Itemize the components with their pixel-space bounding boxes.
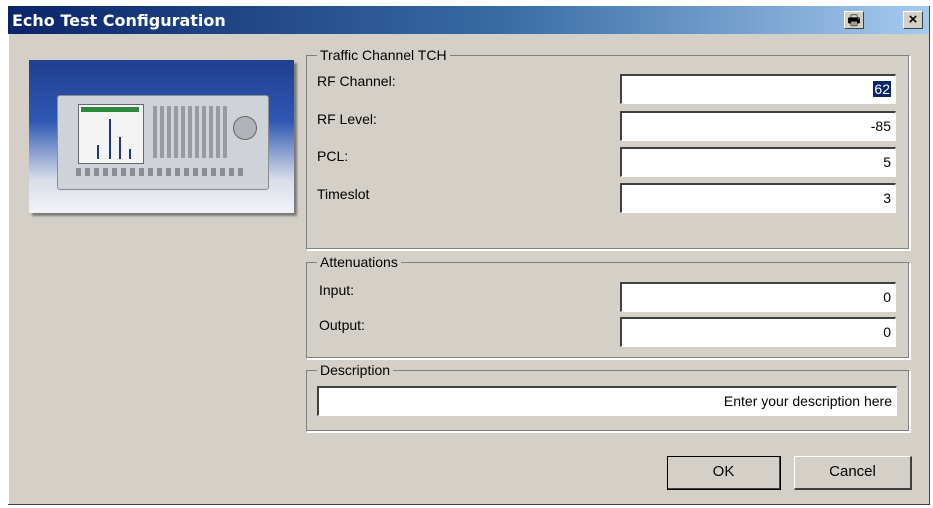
rf-channel-field[interactable]: 62 xyxy=(620,74,896,104)
timeslot-field[interactable]: 3 xyxy=(620,183,896,213)
rf-channel-label: RF Channel: xyxy=(317,73,396,89)
device-connectors xyxy=(76,168,246,176)
description-group: Description Enter your description here xyxy=(306,361,910,432)
title-bar[interactable]: Echo Test Configuration 🖶 × xyxy=(8,6,929,34)
device-knob xyxy=(233,116,257,140)
attenuations-group: Attenuations Input: 0 Output: 0 xyxy=(306,253,910,359)
rf-level-field[interactable]: -85 xyxy=(620,111,896,141)
output-attenuation-field[interactable]: 0 xyxy=(620,317,896,347)
description-field[interactable]: Enter your description here xyxy=(317,386,897,416)
timeslot-label: Timeslot xyxy=(317,186,370,202)
echo-test-configuration-dialog: Echo Test Configuration 🖶 × Traffic Chan… xyxy=(8,6,930,505)
ok-button[interactable]: OK xyxy=(667,456,781,490)
dialog-title: Echo Test Configuration xyxy=(12,11,226,30)
close-icon: × xyxy=(908,11,918,28)
device-keypad xyxy=(150,106,230,158)
close-button[interactable]: × xyxy=(903,11,923,29)
input-attenuation-field[interactable]: 0 xyxy=(620,282,896,312)
device-screen xyxy=(78,104,144,164)
pcl-label: PCL: xyxy=(317,148,349,164)
attenuations-legend: Attenuations xyxy=(317,253,401,271)
rf-channel-value: 62 xyxy=(873,81,891,97)
description-legend: Description xyxy=(317,361,394,379)
radio-tester-device xyxy=(57,95,269,190)
traffic-channel-legend: Traffic Channel TCH xyxy=(317,46,450,64)
instrument-photo xyxy=(29,60,294,213)
cancel-button[interactable]: Cancel xyxy=(794,456,912,490)
print-button[interactable]: 🖶 xyxy=(844,11,864,29)
pcl-field[interactable]: 5 xyxy=(620,147,896,177)
printer-icon: 🖶 xyxy=(847,12,861,28)
output-label: Output: xyxy=(319,317,365,333)
rf-level-label: RF Level: xyxy=(317,111,377,127)
traffic-channel-group: Traffic Channel TCH RF Channel: 62 RF Le… xyxy=(306,46,910,250)
input-label: Input: xyxy=(319,282,355,298)
